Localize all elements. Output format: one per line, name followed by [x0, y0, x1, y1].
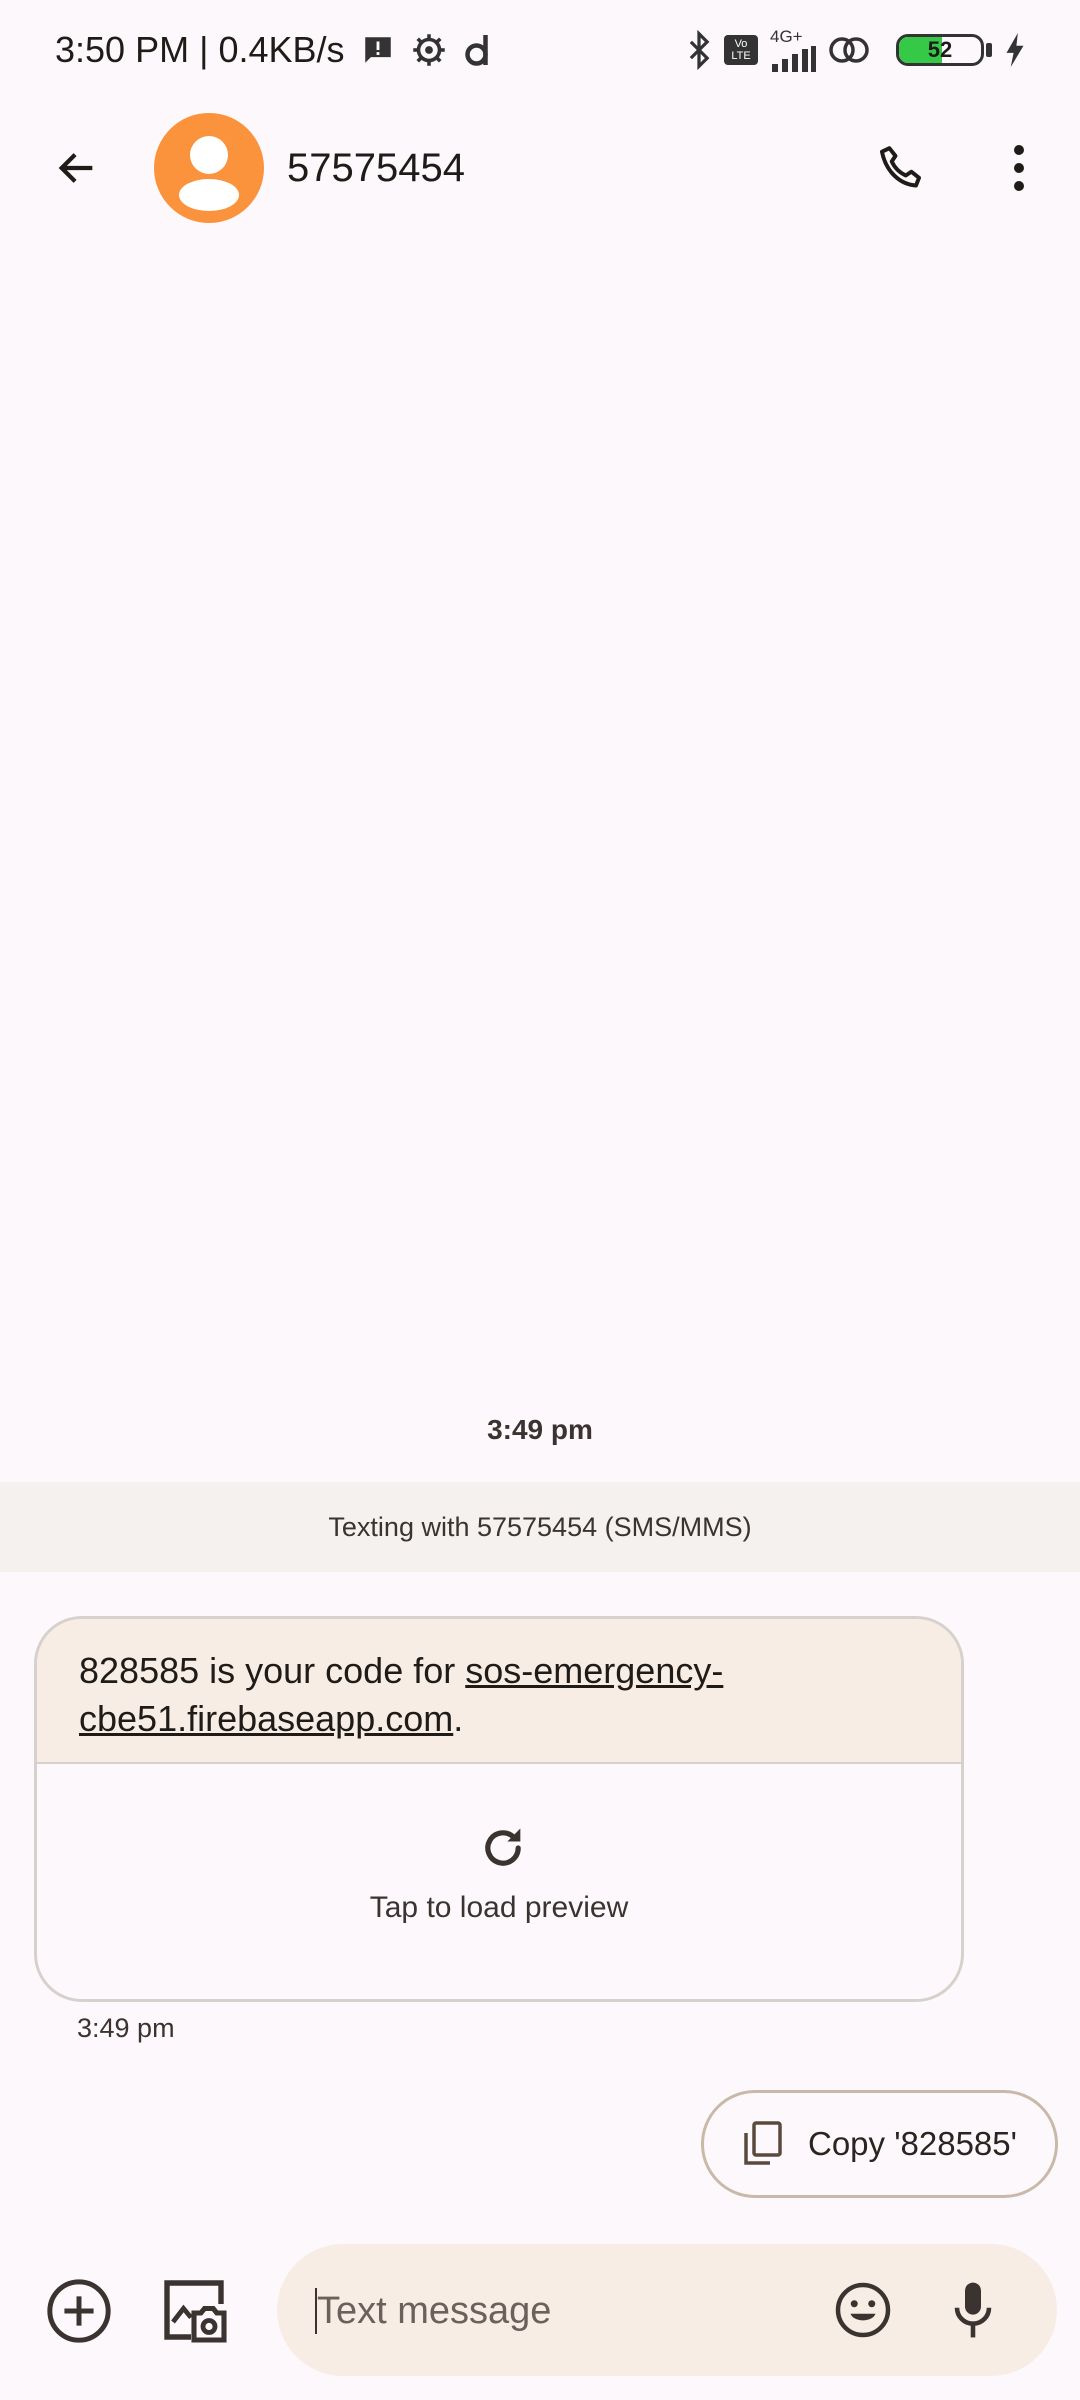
microphone-icon: [954, 2282, 992, 2338]
conversation-timestamp: 3:49 pm: [487, 1414, 593, 1445]
message-input-placeholder: Text message: [317, 2290, 552, 2332]
phone-icon: [879, 146, 922, 188]
message-prefix: 828585 is your code for: [79, 1650, 466, 1691]
add-attachment-button[interactable]: [44, 2276, 114, 2346]
message-input[interactable]: Text message: [277, 2244, 1057, 2376]
back-arrow-icon: [58, 153, 93, 183]
gallery-button[interactable]: [158, 2274, 230, 2346]
bluetooth-icon: [686, 30, 712, 70]
d-app-icon: [463, 32, 493, 68]
conversation-header: 57575454: [0, 100, 1080, 236]
net-speed: 0.4KB/s: [218, 29, 345, 70]
battery-icon: 52: [882, 34, 992, 66]
network-type: 4G+: [770, 27, 803, 46]
link-icon: [828, 34, 870, 66]
link-preview[interactable]: Tap to load preview: [37, 1762, 961, 1999]
message-time: 3:49 pm: [77, 2013, 175, 2043]
voice-input-button[interactable]: [945, 2278, 1001, 2342]
contact-avatar[interactable]: [154, 113, 264, 223]
reload-icon: [485, 1828, 521, 1866]
back-button[interactable]: [40, 136, 114, 200]
message-text: 828585 is your code for sos-emergency-cb…: [37, 1619, 961, 1762]
status-right: Vo LTE 4G+ 52: [674, 24, 1026, 76]
emoji-button[interactable]: [833, 2280, 893, 2340]
settings-gear-icon: [411, 32, 447, 68]
charging-icon: [1004, 33, 1026, 67]
battery-text: 52: [927, 37, 953, 62]
signal-icon: 4G+: [770, 28, 816, 72]
copy-code-chip[interactable]: Copy '828585': [701, 2090, 1058, 2198]
copy-chip-label: Copy '828585': [808, 2125, 1017, 2162]
status-time: 3:50 PM: [55, 29, 190, 70]
preview-label: Tap to load preview: [369, 1891, 629, 1924]
message-suffix: .: [453, 1698, 464, 1739]
add-circle-icon: [47, 2279, 111, 2343]
volte-label: Vo LTE: [731, 38, 751, 62]
gallery-camera-icon: [164, 2280, 227, 2343]
texting-banner: Texting with 57575454 (SMS/MMS): [0, 1482, 1080, 1572]
status-left: 3:50 PM | 0.4KB/s: [55, 24, 493, 76]
contact-name[interactable]: 57575454: [287, 144, 465, 192]
message-alert-icon: [361, 33, 395, 67]
compose-bar: Text message: [0, 2230, 1080, 2400]
copy-icon: [744, 2121, 782, 2165]
emoji-icon: [835, 2282, 891, 2338]
person-icon: [179, 136, 239, 211]
call-button[interactable]: [868, 136, 936, 200]
message-bubble[interactable]: 828585 is your code for sos-emergency-cb…: [34, 1616, 964, 2002]
more-options-button[interactable]: [990, 136, 1048, 200]
status-bar: 3:50 PM | 0.4KB/s Vo LTE 4G+ 52: [0, 0, 1080, 100]
more-vert-icon: [1014, 145, 1024, 191]
volte-icon: Vo LTE: [724, 35, 758, 65]
status-separator: |: [199, 29, 209, 70]
